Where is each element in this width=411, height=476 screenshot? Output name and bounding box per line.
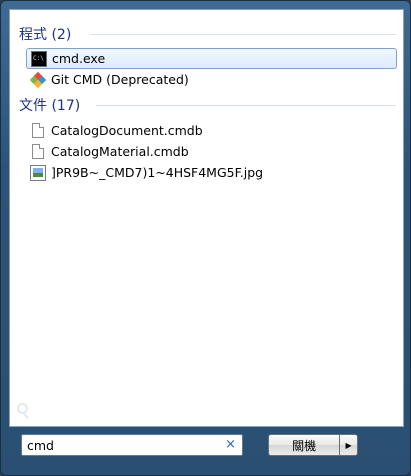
- start-menu: 程式 (2) C:\ cmd.exe Git CMD (Deprecated) …: [0, 0, 411, 476]
- result-item-label: CatalogDocument.cmdb: [51, 123, 203, 138]
- result-item-label: Git CMD (Deprecated): [51, 72, 189, 87]
- clear-search-icon[interactable]: ×: [225, 437, 236, 453]
- file-icon: [32, 144, 44, 159]
- see-more-results-link[interactable]: 查看更多結果: [17, 399, 106, 417]
- result-item-git-cmd[interactable]: Git CMD (Deprecated): [26, 69, 397, 90]
- section-divider: [90, 34, 396, 35]
- shutdown-button[interactable]: 關機: [268, 434, 340, 456]
- search-results-panel: 程式 (2) C:\ cmd.exe Git CMD (Deprecated) …: [9, 9, 404, 427]
- search-input[interactable]: [27, 437, 217, 453]
- image-file-icon: [30, 164, 46, 181]
- git-icon: [29, 71, 47, 88]
- search-box[interactable]: ×: [21, 434, 243, 456]
- files-section-header[interactable]: 文件 (17): [19, 95, 80, 115]
- result-item-catalog-document[interactable]: CatalogDocument.cmdb: [26, 120, 397, 141]
- programs-section-header[interactable]: 程式 (2): [19, 24, 71, 44]
- result-item-label: ]PR9B~_CMD7)1~4HSF4MG5F.jpg: [51, 165, 264, 180]
- shutdown-control: 關機 ▶: [268, 434, 358, 456]
- result-item-image-file[interactable]: ]PR9B~_CMD7)1~4HSF4MG5F.jpg: [26, 162, 397, 183]
- file-icon: [32, 123, 44, 138]
- see-more-results-label: 查看更多結果: [34, 401, 107, 416]
- shutdown-options-arrow-icon[interactable]: ▶: [339, 434, 358, 456]
- result-item-catalog-material[interactable]: CatalogMaterial.cmdb: [26, 141, 397, 162]
- result-item-label: cmd.exe: [52, 51, 106, 66]
- search-icon: [17, 402, 28, 414]
- result-item-label: CatalogMaterial.cmdb: [51, 144, 189, 159]
- section-divider: [96, 105, 396, 106]
- cmd-icon: C:\: [31, 50, 47, 67]
- result-item-cmd[interactable]: C:\ cmd.exe: [26, 48, 397, 69]
